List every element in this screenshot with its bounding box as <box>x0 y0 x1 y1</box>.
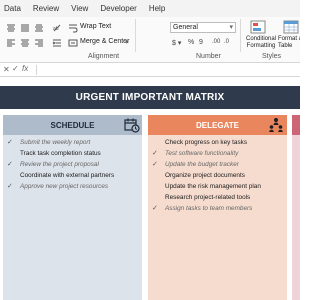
menu-view[interactable]: View <box>71 4 88 13</box>
menu-developer[interactable]: Developer <box>100 4 136 13</box>
align-middle-icon[interactable] <box>20 23 30 33</box>
align-bottom-icon[interactable] <box>34 23 44 33</box>
list-item[interactable]: Check progress on key tasks <box>148 138 287 148</box>
schedule-header: SCHEDULE <box>3 115 142 135</box>
formula-input[interactable] <box>36 65 300 75</box>
menu-review[interactable]: Review <box>33 4 59 13</box>
excel-window: Data Review View Developer Help ab Wrap … <box>0 0 300 300</box>
percent-icon[interactable]: % <box>188 39 194 46</box>
group-styles-label: Styles <box>262 53 282 60</box>
delegate-header: DELEGATE <box>148 115 287 135</box>
delegate-title: DELEGATE <box>196 120 239 130</box>
cropped-quadrant-body <box>292 135 300 300</box>
align-top-icon[interactable] <box>6 23 16 33</box>
ribbon-separator <box>135 19 136 53</box>
conditional-formatting-button[interactable]: Conditional Formatting <box>242 36 280 50</box>
list-item[interactable]: ✓ Update the budget tracker <box>148 160 287 170</box>
delegate-quadrant: DELEGATE Check progress on key tasks ✓ T… <box>148 115 287 300</box>
list-item[interactable]: ✓ Review the project proposal <box>3 160 142 170</box>
worksheet: URGENT IMPORTANT MATRIX SCHEDULE ✓ Submi… <box>0 78 300 300</box>
list-item[interactable]: ✓ Approve new project resources <box>3 182 142 192</box>
list-item[interactable]: Update the risk management plan <box>148 182 287 192</box>
list-item[interactable]: ✓ Assign tasks to team members <box>148 204 287 214</box>
schedule-task-list: ✓ Submit the weekly report Track task co… <box>3 135 142 300</box>
list-item[interactable]: ✓ Test software functionality <box>148 149 287 159</box>
check-icon[interactable]: ✓ <box>152 160 160 168</box>
insert-function-button[interactable]: fx <box>22 64 28 73</box>
menu-bar: Data Review View Developer Help <box>0 0 300 17</box>
group-alignment-label: Alignment <box>88 53 120 60</box>
org-chart-icon <box>269 118 283 132</box>
indent-icon[interactable] <box>52 38 62 48</box>
conditional-formatting-icon[interactable] <box>250 20 266 34</box>
check-icon[interactable]: ✓ <box>152 204 160 212</box>
format-as-table-button[interactable]: Format as Table <box>278 36 300 50</box>
chevron-down-icon: ▾ <box>229 24 233 31</box>
menu-data[interactable]: Data <box>4 4 21 13</box>
list-item[interactable]: Coordinate with external partners <box>3 171 142 181</box>
list-item[interactable]: ✓ Submit the weekly report <box>3 138 142 148</box>
check-icon[interactable]: ✓ <box>7 182 15 190</box>
number-format-value: General <box>173 24 198 31</box>
decrease-decimal-icon[interactable]: .0 <box>224 39 229 45</box>
formula-bar: ✕ ✓ fx <box>0 63 300 77</box>
matrix-title: URGENT IMPORTANT MATRIX <box>0 86 300 109</box>
schedule-title: SCHEDULE <box>50 120 95 130</box>
align-center-icon[interactable] <box>20 38 30 48</box>
align-left-icon[interactable] <box>6 38 16 48</box>
list-item[interactable]: Research project-related tools <box>148 193 287 203</box>
orientation-icon[interactable]: ab <box>52 23 62 33</box>
merge-center-button[interactable]: Merge & Center <box>80 38 129 45</box>
comma-style-icon[interactable]: 9 <box>199 39 203 46</box>
schedule-quadrant: SCHEDULE ✓ Submit the weekly report Trac… <box>3 115 142 300</box>
cropped-quadrant-header <box>292 115 300 135</box>
number-format-select[interactable]: General ▾ <box>170 22 236 33</box>
svg-text:ab: ab <box>53 26 59 32</box>
check-icon[interactable]: ✓ <box>152 149 160 157</box>
group-number-label: Number <box>196 53 221 60</box>
format-as-table-icon[interactable] <box>283 20 299 34</box>
check-icon[interactable]: ✓ <box>7 160 15 168</box>
cropped-quadrant <box>292 115 300 300</box>
currency-icon[interactable]: $ ▾ <box>172 39 181 47</box>
list-item[interactable]: Organize project documents <box>148 171 287 181</box>
cancel-icon[interactable]: ✕ <box>3 65 10 74</box>
ribbon-group-labels: Alignment Number Styles <box>0 52 300 63</box>
check-icon[interactable]: ✓ <box>12 64 19 73</box>
calendar-clock-icon <box>124 118 140 133</box>
delegate-task-list: Check progress on key tasks ✓ Test softw… <box>148 135 287 300</box>
merge-center-icon[interactable] <box>68 38 78 48</box>
menu-help[interactable]: Help <box>149 4 165 13</box>
list-item[interactable]: Track task completion status <box>3 149 142 159</box>
ribbon-separator <box>240 19 241 53</box>
wrap-text-icon[interactable] <box>68 23 78 33</box>
align-right-icon[interactable] <box>34 38 44 48</box>
merge-dropdown-icon[interactable]: ▾ <box>125 38 129 46</box>
increase-decimal-icon[interactable]: .00 <box>212 39 220 45</box>
check-icon[interactable]: ✓ <box>7 138 15 146</box>
wrap-text-button[interactable]: Wrap Text <box>80 23 111 30</box>
